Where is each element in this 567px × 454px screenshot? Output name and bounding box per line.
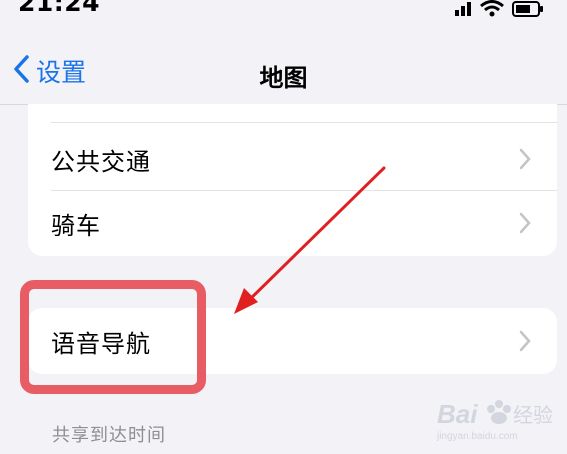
nav-bar: 设置 地图: [0, 38, 567, 105]
wifi-icon: [480, 0, 504, 17]
status-bar: 21:24: [0, 0, 567, 28]
chevron-right-icon: [519, 330, 531, 356]
divider: [51, 122, 557, 123]
settings-group-routes: 公共交通 骑车: [28, 104, 557, 256]
row-public-transit[interactable]: 公共交通: [28, 126, 557, 192]
status-icons: [429, 0, 549, 24]
signal-icon: [455, 2, 471, 16]
row-label: 公共交通: [51, 147, 151, 176]
chevron-right-icon: [519, 148, 531, 174]
row-label: 骑车: [51, 211, 101, 240]
section-footer: 共享到达时间: [52, 425, 166, 446]
paw-icon: [487, 400, 511, 424]
status-time: 21:24: [18, 0, 101, 17]
annotation-highlight-box: [20, 280, 206, 394]
page-title: 地图: [259, 64, 308, 92]
watermark-subtext: 经验: [513, 403, 553, 427]
baidu-jingyan-watermark: Bai 经验 jingyan.baidu.com: [436, 399, 553, 442]
watermark-text: Bai: [437, 399, 478, 429]
watermark-url: jingyan.baidu.com: [436, 431, 518, 442]
chevron-right-icon: [519, 212, 531, 238]
battery-icon: [512, 1, 543, 17]
row-cycling[interactable]: 骑车: [28, 190, 557, 256]
